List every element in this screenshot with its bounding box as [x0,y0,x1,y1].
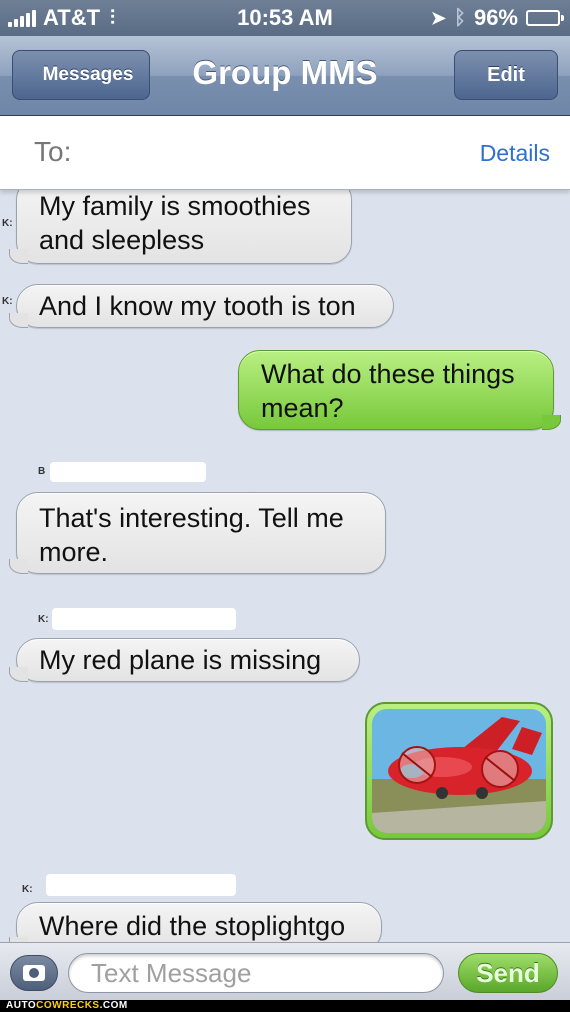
conversation-thread[interactable]: K: My family is smoothies and sleepless … [0,190,570,942]
message-line: and sleepless [39,225,205,255]
image-message-outgoing[interactable] [365,702,553,840]
message-bubble-incoming[interactable]: That's interesting. Tell me more. [9,492,386,574]
send-button[interactable]: Send [458,953,558,993]
message-text: And I know my tooth is ton [39,291,356,321]
bluetooth-icon: ᛒ [453,6,466,29]
sender-tag: K: [2,218,13,229]
edit-button[interactable]: Edit [454,50,558,100]
watermark-accent: COWRECKS [36,1000,100,1011]
message-bubble-incoming[interactable]: My family is smoothies and sleepless [9,190,352,264]
message-bubble-outgoing[interactable]: What do these things mean? [238,350,561,430]
compose-bar: Send [0,942,570,1000]
message-line: more. [39,537,109,567]
watermark-suffix: .COM [99,1000,128,1011]
to-label: To: [34,136,72,167]
sender-tag: K: [38,614,49,625]
message-line: My family is smoothies [39,191,311,221]
message-bubble-incoming[interactable]: And I know my tooth is ton [9,284,394,328]
camera-icon [23,965,45,981]
battery-percent: 96% [473,5,518,30]
recipients-row: To: Details [0,116,570,190]
redacted-sender-name [52,608,236,630]
status-bar: AT&T ⫶ 10:53 AM ➤ ᛒ 96% [0,0,570,36]
message-text: Where did the stoplightgo [39,911,346,941]
sender-tag: K: [22,884,33,895]
red-plane-image [372,709,546,833]
site-watermark: AUTOCOWRECKS.COM [0,1000,570,1012]
location-arrow-icon: ➤ [430,7,446,28]
sender-tag: K: [2,296,13,307]
battery-icon [526,10,564,26]
redacted-sender-name [50,462,206,482]
watermark-prefix: AUTO [6,1000,37,1011]
message-line: What do these things [261,359,515,389]
camera-button[interactable] [10,955,58,991]
message-line: mean? [261,393,344,423]
message-bubble-incoming[interactable]: Where did the stoplightgo [9,902,382,942]
status-right-group: ➤ ᛒ 96% [430,5,564,31]
conversation-title: Group MMS [192,54,378,91]
message-line: That's interesting. Tell me [39,503,344,533]
message-input[interactable] [68,953,444,993]
details-link[interactable]: Details [480,140,550,167]
navigation-bar: Messages Group MMS Edit [0,36,570,116]
message-text: My red plane is missing [39,645,322,675]
message-bubble-incoming[interactable]: My red plane is missing [9,638,360,682]
sender-tag: B [38,466,46,477]
redacted-sender-name [46,874,236,896]
back-button[interactable]: Messages [12,50,150,100]
